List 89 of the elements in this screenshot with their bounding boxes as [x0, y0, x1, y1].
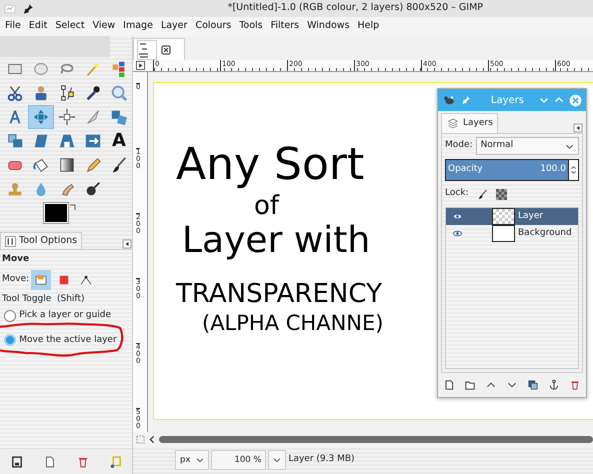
mode-label: Mode:	[445, 139, 473, 152]
path-nodes-icon	[58, 84, 76, 102]
spin-arrows-icon[interactable]	[569, 159, 579, 181]
menu-item[interactable]: Layer	[156, 19, 192, 34]
chevron-down-icon	[273, 456, 282, 464]
zoom-field[interactable]: 100 %	[211, 450, 266, 470]
eye-icon[interactable]	[452, 229, 463, 238]
opacity-slider[interactable]: Opacity 100.0	[445, 159, 569, 181]
align-icon	[58, 108, 76, 126]
tool-options-icon	[5, 236, 16, 246]
layers-icon	[446, 118, 460, 129]
window-title: *[Untitled]-1.0 (RGB colour, 2 layers) 800x520 – GIMP	[228, 1, 483, 16]
navigate-icon[interactable]	[136, 61, 145, 70]
menu-item[interactable]: Help	[354, 19, 384, 34]
menu-item[interactable]: View	[88, 19, 120, 34]
pencil-icon	[84, 156, 102, 174]
menu-item[interactable]: Edit	[24, 19, 52, 34]
stamp-icon	[6, 180, 24, 198]
save-icon[interactable]	[10, 454, 24, 468]
opacity-value: 100.0	[540, 163, 566, 176]
folder-icon[interactable]	[464, 379, 476, 391]
reset-icon[interactable]	[108, 454, 122, 468]
layer-icon	[34, 272, 48, 286]
checkerboard-icon[interactable]	[496, 188, 507, 200]
image-tab[interactable]	[133, 38, 185, 60]
close-icon[interactable]	[161, 44, 171, 54]
magnifier-icon	[110, 84, 128, 102]
toggle-label: Tool Toggle (Shift)	[2, 292, 86, 306]
dock-menu-icon[interactable]	[122, 239, 132, 249]
new-layer-icon[interactable]	[442, 379, 455, 391]
status-info: Layer (9.3 MB)	[288, 453, 355, 466]
flip-icon	[84, 132, 102, 150]
app-icon	[4, 2, 16, 14]
tool-name: Move	[2, 253, 30, 266]
foreground-color-swatch[interactable]	[44, 203, 68, 223]
layers-tab[interactable]: Layers	[441, 113, 498, 133]
menu-item[interactable]: Windows	[303, 19, 354, 34]
pin-icon[interactable]	[22, 2, 34, 14]
opacity-label: Opacity	[448, 163, 483, 176]
menu-item[interactable]: Image	[119, 19, 157, 34]
radio-button[interactable]	[4, 334, 16, 346]
bucket-icon	[32, 156, 50, 174]
anchor-icon[interactable]	[548, 379, 560, 391]
radio-button[interactable]	[4, 310, 16, 322]
ellipse-select-icon	[32, 60, 50, 78]
handwritten-text: TRANSPARENCY	[176, 281, 382, 307]
perspective-icon	[58, 132, 76, 150]
scroll-left-icon[interactable]	[148, 434, 156, 444]
layer-row[interactable]: Layer	[446, 208, 578, 225]
dialog-title: Layers	[490, 94, 524, 108]
gimp-logo-icon	[442, 94, 456, 106]
transform-icon	[110, 108, 128, 126]
move-mode-toggle[interactable]	[31, 270, 52, 290]
quick-mask-icon[interactable]	[136, 434, 145, 444]
tool-button[interactable]: A	[106, 129, 132, 153]
delete-icon[interactable]	[569, 379, 582, 391]
unit-dropdown[interactable]: px	[175, 450, 210, 470]
layer-row[interactable]: Background	[446, 225, 578, 242]
swap-colors-icon[interactable]	[68, 203, 78, 213]
gradient-icon	[58, 156, 76, 174]
menu-item[interactable]: File	[1, 19, 25, 34]
eyedropper-icon	[84, 84, 102, 102]
menu-item[interactable]: Tools	[235, 19, 267, 34]
magic-wand-icon	[84, 60, 102, 78]
radio-label: Move the active layer	[19, 334, 117, 346]
menu-item[interactable]: Select	[51, 19, 89, 34]
handwritten-text: Any Sort	[176, 143, 364, 187]
shear-icon	[32, 132, 50, 150]
paintbrush-icon[interactable]	[476, 188, 488, 200]
dodge-burn-icon	[84, 180, 102, 198]
dock-menu-icon[interactable]	[573, 123, 583, 133]
handwritten-text: Layer with	[182, 223, 370, 259]
move-arrows-icon	[32, 108, 50, 126]
duplicate-icon[interactable]	[527, 379, 540, 391]
handwritten-text: of	[254, 193, 280, 219]
scale-icon	[6, 132, 24, 150]
menu-item[interactable]: Colours	[191, 19, 236, 34]
mode-dropdown[interactable]: Normal	[476, 137, 579, 155]
radio-label: Pick a layer or guide	[19, 309, 112, 322]
chevron-down-icon	[196, 456, 204, 464]
lock-label: Lock:	[445, 187, 469, 200]
move-label: Move:	[2, 272, 30, 286]
horizontal-scrollbar[interactable]	[159, 436, 593, 442]
handwritten-text: (ALPHA CHANNE)	[202, 313, 384, 334]
paintbrush-icon	[110, 156, 128, 174]
menu-item[interactable]: Filters	[266, 19, 304, 34]
scissors-icon	[6, 84, 24, 102]
tool-options-tab[interactable]: Tool Options	[0, 232, 82, 249]
eye-icon[interactable]	[452, 212, 463, 221]
